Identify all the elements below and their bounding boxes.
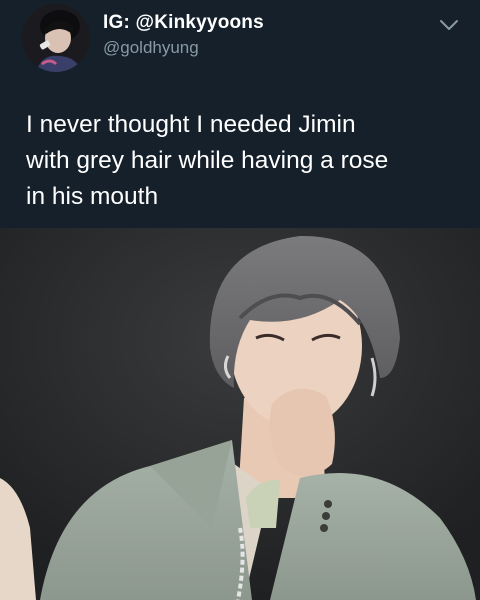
tweet-text: I never thought I needed Jimin with grey… [26, 111, 389, 210]
photo-image [0, 228, 480, 600]
display-name[interactable]: IG: @Kinkyyoons [103, 12, 264, 34]
chevron-down-icon[interactable] [438, 18, 460, 32]
user-handle[interactable]: @goldhyung [103, 38, 199, 58]
tweet-header: IG: @Kinkyyoons @goldhyung [0, 0, 480, 88]
avatar-image [22, 4, 90, 72]
avatar[interactable] [22, 4, 90, 72]
tweet-photo[interactable] [0, 228, 480, 600]
